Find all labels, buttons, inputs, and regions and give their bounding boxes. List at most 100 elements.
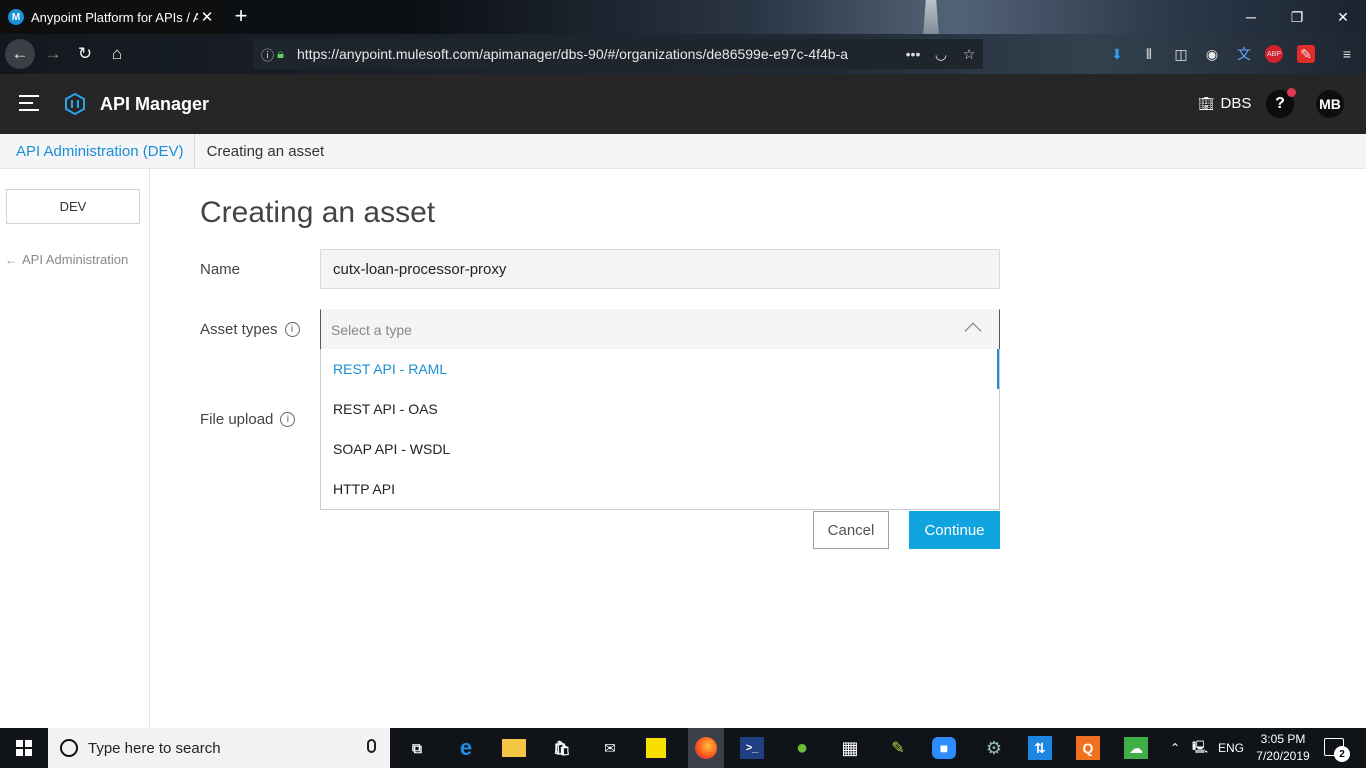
notification-dot [1287,88,1296,97]
microphone-icon[interactable] [367,739,376,753]
language-indicator[interactable]: ENG [1210,741,1244,755]
org-name: DBS [1220,95,1252,112]
network-icon[interactable]: 🖳︎ [1184,738,1210,759]
org-switcher[interactable]: 🏢︎ DBS [1198,95,1251,112]
breadcrumb-current: Creating an asset [206,142,325,160]
sticky-notes-icon[interactable] [646,738,666,758]
reload-icon[interactable]: ↻ [70,39,100,69]
file-explorer-icon[interactable] [502,739,526,757]
minimize-window-icon[interactable]: ─ [1228,0,1274,34]
back-link-label: API Administration [22,252,129,267]
back-arrow-icon[interactable]: ← [5,39,35,69]
pocket-icon[interactable]: ◡ [927,46,955,63]
close-window-icon[interactable]: ✕ [1320,0,1366,34]
help-button[interactable]: ? [1266,88,1296,118]
asset-type-select[interactable]: Select a type [320,309,1000,349]
firefox-icon[interactable] [688,728,724,768]
asset-types-label: Asset types i [200,321,300,338]
download-icon[interactable]: ⬇ [1106,43,1128,65]
notification-count-badge: 2 [1334,746,1350,762]
clock-time: 3:05 PM [1260,732,1306,746]
start-button[interactable] [0,728,48,768]
info-icon[interactable]: i [284,322,300,337]
notepad-plus-icon[interactable]: ✎ [884,734,912,762]
name-field[interactable]: cutx-loan-processor-proxy [320,249,1000,289]
upload-tool-icon[interactable]: ⇅ [1028,736,1052,760]
task-view-icon[interactable]: ⧉ [403,734,431,762]
avatar[interactable]: MB [1316,90,1344,118]
close-tab-icon[interactable]: ✕ [198,8,216,26]
name-label: Name [200,261,240,278]
theme-lighthouse-graphic [923,0,939,34]
url-text[interactable]: https://anypoint.mulesoft.com/apimanager… [295,46,899,62]
breadcrumb-parent-link[interactable]: API Administration (DEV) [0,133,195,169]
chevron-up-icon[interactable]: ⌃ [1170,741,1184,755]
taskbar-search-placeholder: Type here to search [88,739,221,757]
spring-tools-icon[interactable]: ● [788,734,816,762]
pdf-extension-icon[interactable]: ✎ [1297,45,1315,63]
page-title: Creating an asset [200,196,436,229]
lock-icon: 🔒︎ [277,46,284,61]
app-header: API Manager 🏢︎ DBS ? MB [0,74,1366,134]
info-icon[interactable]: i [280,412,296,427]
cortana-icon [60,739,78,757]
api-manager-logo-icon [65,92,85,116]
store-icon[interactable]: 🛍︎ [548,734,576,762]
mule-studio-icon[interactable]: ⚙ [980,734,1008,762]
asset-type-dropdown: REST API - RAML REST API - OAS SOAP API … [320,349,1000,510]
windows-taskbar: Type here to search ⧉ e 🛍︎ ✉ >_ ● ▦ ✎ ■ … [0,728,1366,768]
asset-type-option-rest-oas[interactable]: REST API - OAS [321,389,999,429]
calculator-icon[interactable]: ▦ [836,734,864,762]
breadcrumb: API Administration (DEV) Creating an ass… [0,133,1366,169]
ellipsis-icon[interactable]: ••• [899,46,927,62]
continue-button[interactable]: Continue [909,511,1000,549]
home-icon[interactable]: ⌂ [102,39,132,69]
new-tab-icon[interactable]: + [230,3,252,29]
left-sidebar: DEV ← API Administration [0,169,150,728]
asset-type-option-soap-wsdl[interactable]: SOAP API - WSDL [321,429,999,469]
taskbar-search[interactable]: Type here to search [48,728,390,768]
menu-icon[interactable]: ≡ [1336,43,1358,65]
file-upload-label-text: File upload [200,411,274,428]
hamburger-menu-icon[interactable] [19,95,39,113]
help-icon: ? [1275,95,1285,112]
q-app-icon[interactable]: Q [1076,736,1100,760]
translate-icon[interactable]: 文 [1233,43,1255,65]
browser-tab[interactable]: M Anypoint Platform for APIs / A ✕ [0,0,224,34]
adblock-icon[interactable]: ABP [1265,45,1283,63]
asset-type-placeholder: Select a type [331,321,412,338]
system-tray: ⌃ 🖳︎ ENG [1170,728,1244,768]
windows-logo-icon [16,740,32,756]
app-name: API Manager [100,94,210,114]
environment-selector[interactable]: DEV [6,189,140,224]
name-label-text: Name [200,261,241,278]
clock-date: 7/20/2019 [1256,749,1310,763]
mail-icon[interactable]: ✉ [596,734,624,762]
forward-arrow-icon[interactable]: → [38,39,68,69]
site-info-icon[interactable]: ⓘ [261,45,277,64]
account-icon[interactable]: ◉ [1201,43,1223,65]
asset-types-label-text: Asset types [200,321,278,338]
file-upload-label: File upload i [200,411,296,428]
library-icon[interactable]: ⫴ [1138,43,1160,65]
bookmark-star-icon[interactable]: ☆ [955,46,983,63]
asset-type-option-http-api[interactable]: HTTP API [321,469,999,509]
system-clock[interactable]: 3:05 PM 7/20/2019 [1250,731,1316,765]
building-icon: 🏢︎ [1198,95,1215,111]
arrow-left-icon: ← [5,252,17,267]
cloud-download-icon[interactable]: ☁ [1124,737,1148,759]
address-bar[interactable]: ⓘ 🔒︎ https://anypoint.mulesoft.com/apima… [253,39,983,69]
action-center-icon[interactable]: 2 [1324,738,1350,762]
cancel-button[interactable]: Cancel [813,511,889,549]
restore-window-icon[interactable]: ❐ [1274,0,1320,34]
mulesoft-favicon-icon: M [8,9,24,25]
browser-toolbar: ← → ↻ ⌂ ⓘ 🔒︎ https://anypoint.mulesoft.c… [0,34,1366,74]
browser-tab-bar: M Anypoint Platform for APIs / A ✕ + ─ ❐… [0,0,1366,34]
zoom-icon[interactable]: ■ [932,737,956,759]
chevron-up-icon[interactable] [964,322,982,340]
asset-type-option-rest-raml[interactable]: REST API - RAML [321,349,999,389]
edge-icon[interactable]: e [452,734,480,762]
sidebar-icon[interactable]: ◫ [1170,43,1192,65]
back-to-api-administration-link[interactable]: ← API Administration [5,252,128,267]
powershell-icon[interactable]: >_ [740,737,764,759]
